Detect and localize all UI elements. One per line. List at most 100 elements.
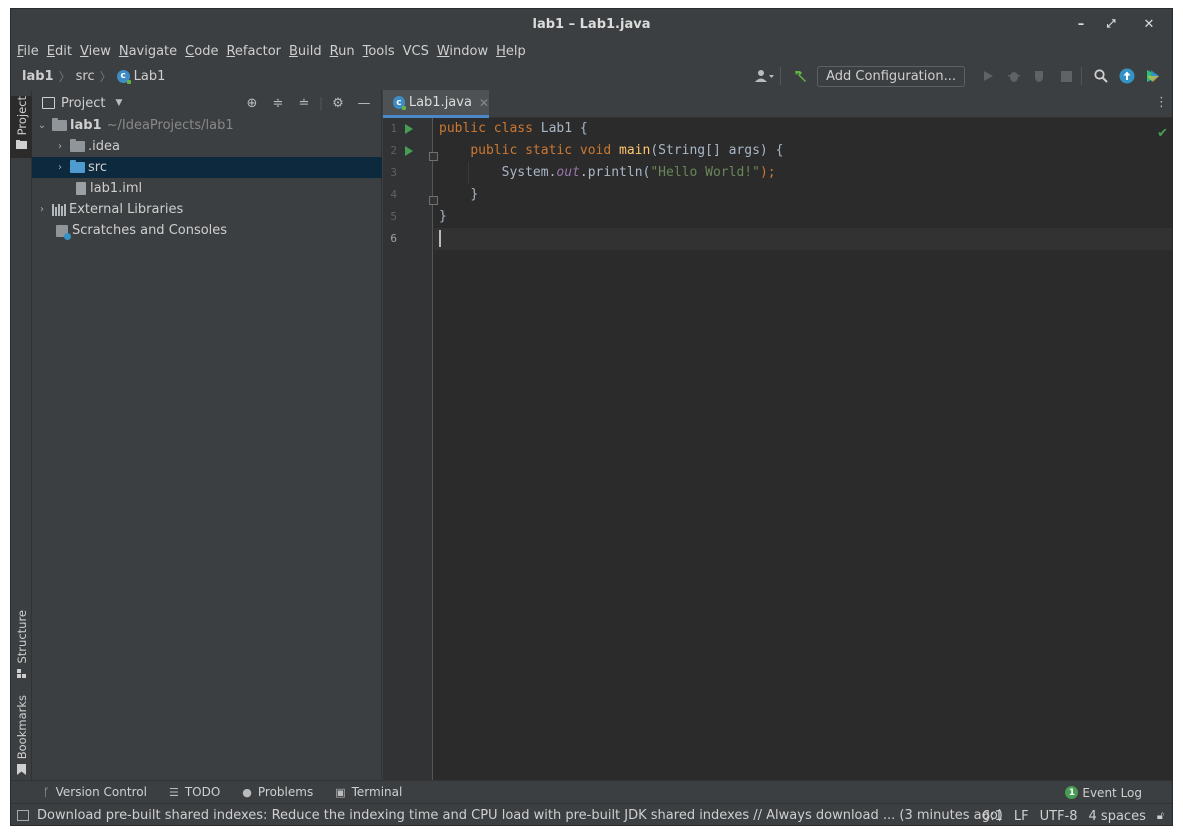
build-hammer-icon[interactable] (789, 65, 811, 87)
collapse-all-icon[interactable]: ≐ (291, 96, 317, 111)
account-icon[interactable] (754, 65, 776, 87)
debug-bug-icon[interactable] (1003, 65, 1025, 87)
run-class-gutter-icon[interactable] (405, 124, 413, 134)
menu-refactor[interactable]: Refactor (225, 44, 282, 59)
tree-item-external-libraries[interactable]: › External Libraries (32, 199, 382, 220)
status-message[interactable]: Download pre-built shared indexes: Reduc… (37, 808, 1003, 823)
chevron-down-icon[interactable]: ▼ (115, 98, 122, 108)
line-number: 5 (390, 210, 397, 223)
tree-item-src[interactable]: › src (32, 157, 382, 178)
toolbar-divider (780, 67, 782, 85)
menu-file[interactable]: File (16, 44, 40, 59)
hide-panel-icon[interactable]: — (351, 96, 377, 111)
todo-list-icon: ☰ (168, 785, 179, 799)
bookmarks-tool-tab[interactable]: Bookmarks (11, 695, 32, 777)
project-tool-tab[interactable]: Project (11, 96, 32, 158)
more-options-icon[interactable]: ⋮ (1155, 95, 1168, 110)
version-control-tool-button[interactable]: ᚴ Version Control (43, 785, 147, 799)
menu-help[interactable]: Help (495, 44, 527, 59)
menu-navigate[interactable]: Navigate (118, 44, 178, 59)
coverage-shield-icon[interactable] (1029, 65, 1051, 87)
chevron-right-icon[interactable]: › (54, 162, 66, 173)
breadcrumb-file[interactable]: c Lab1 (116, 69, 165, 84)
update-arrow-icon[interactable] (1116, 65, 1138, 87)
file-encoding[interactable]: UTF-8 (1040, 809, 1078, 824)
problems-tool-button[interactable]: ● Problems (242, 785, 313, 799)
menu-run[interactable]: Run (329, 44, 356, 59)
menu-edit[interactable]: Edit (46, 44, 73, 59)
menu-view[interactable]: View (79, 44, 112, 59)
close-tab-icon[interactable]: ✕ (479, 96, 489, 110)
status-bar: Download pre-built shared indexes: Reduc… (11, 803, 1172, 825)
toggle-tool-windows-icon[interactable] (17, 810, 29, 821)
editor-area: c Lab1.java ✕ ⋮ 1 2 3 4 5 6 public class… (383, 90, 1172, 780)
breadcrumb-separator: 〉 (58, 69, 71, 84)
expand-all-icon[interactable]: ≑ (265, 96, 291, 111)
module-folder-icon (52, 118, 67, 131)
maximize-button[interactable]: ⤢ (1096, 9, 1126, 39)
menu-code[interactable]: Code (184, 44, 219, 59)
project-panel: Project ▼ ⊕ ≑ ≐ | ⚙ — ⌄ lab1 ~/IdeaProje… (32, 90, 382, 780)
gear-icon[interactable]: ⚙ (325, 96, 351, 111)
module-file-icon (76, 182, 86, 195)
breadcrumb-project[interactable]: lab1 (22, 69, 54, 84)
inspection-ok-icon[interactable]: ✔ (1157, 126, 1168, 141)
chevron-expanded-icon[interactable]: ⌄ (36, 120, 48, 131)
lock-icon[interactable]: 🔓︎ (1157, 809, 1164, 823)
structure-icon (16, 668, 26, 678)
project-panel-header: Project ▼ ⊕ ≑ ≐ | ⚙ — (32, 90, 381, 116)
structure-tool-tab[interactable]: Structure (11, 610, 32, 682)
scratches-icon (56, 224, 71, 240)
code-editor[interactable]: public class Lab1 { public static void m… (434, 118, 1172, 780)
menu-build[interactable]: Build (288, 44, 323, 59)
minimize-button[interactable]: – (1066, 9, 1096, 39)
line-number: 2 (390, 144, 397, 157)
menu-bar: File Edit View Navigate Code Refactor Bu… (11, 39, 1172, 63)
code-line-2: public static void main(String[] args) { (470, 143, 784, 158)
menu-vcs[interactable]: VCS (402, 44, 430, 59)
run-icon[interactable] (977, 65, 999, 87)
menu-tools[interactable]: Tools (362, 44, 396, 59)
chevron-right-icon[interactable]: › (36, 204, 48, 215)
tab-lab1-java[interactable]: c Lab1.java ✕ (383, 90, 489, 118)
event-count-badge: 1 (1065, 786, 1079, 799)
line-number: 4 (390, 188, 397, 201)
java-class-icon: c (116, 69, 131, 84)
main-toolbar: Add Configuration... (750, 63, 1164, 89)
source-folder-icon (70, 160, 85, 173)
editor-tab-bar: c Lab1.java ✕ ⋮ (383, 90, 1172, 118)
todo-tool-button[interactable]: ☰ TODO (169, 785, 220, 799)
chevron-right-icon[interactable]: › (54, 141, 66, 152)
tree-item-scratches[interactable]: Scratches and Consoles (32, 220, 382, 241)
jetbrains-logo-icon[interactable] (1142, 65, 1164, 87)
project-folder-icon (16, 140, 27, 150)
breadcrumb-folder[interactable]: src (76, 69, 95, 84)
event-log-tool-button[interactable]: 1 Event Log (1065, 781, 1142, 804)
code-line-3: System.out.println("Hello World!"); (501, 165, 776, 180)
stop-icon[interactable] (1055, 65, 1077, 87)
menu-window[interactable]: Window (436, 44, 489, 59)
indent-setting[interactable]: 4 spaces (1089, 809, 1146, 824)
tree-item-lab1-iml[interactable]: lab1.iml (32, 178, 382, 199)
add-configuration-button[interactable]: Add Configuration... (817, 65, 965, 87)
navigation-bar: lab1 〉 src 〉 c Lab1 Add Configuration... (11, 63, 1172, 89)
header-divider: | (318, 95, 324, 111)
caret-position[interactable]: 6:1 (982, 809, 1003, 824)
code-line-5: } (439, 209, 447, 224)
breadcrumb-separator: 〉 (99, 69, 112, 84)
terminal-tool-button[interactable]: ▣ Terminal (335, 785, 402, 799)
search-icon[interactable] (1090, 65, 1112, 87)
tree-item-lab1[interactable]: ⌄ lab1 ~/IdeaProjects/lab1 (32, 115, 382, 136)
code-line-4: } (470, 187, 479, 202)
run-main-gutter-icon[interactable] (405, 146, 413, 156)
project-view-selector[interactable]: Project (61, 96, 105, 111)
close-button[interactable]: ✕ (1134, 9, 1164, 39)
left-tool-strip: Project Structure Bookmarks (11, 90, 32, 780)
tree-item-idea[interactable]: › .idea (32, 136, 382, 157)
select-opened-file-icon[interactable]: ⊕ (239, 96, 265, 111)
title-bar: lab1 – Lab1.java – ⤢ ✕ (11, 9, 1172, 39)
problems-icon: ● (242, 785, 252, 799)
line-separator[interactable]: LF (1014, 809, 1029, 824)
window-title: lab1 – Lab1.java (532, 16, 651, 32)
line-number: 1 (390, 122, 397, 135)
